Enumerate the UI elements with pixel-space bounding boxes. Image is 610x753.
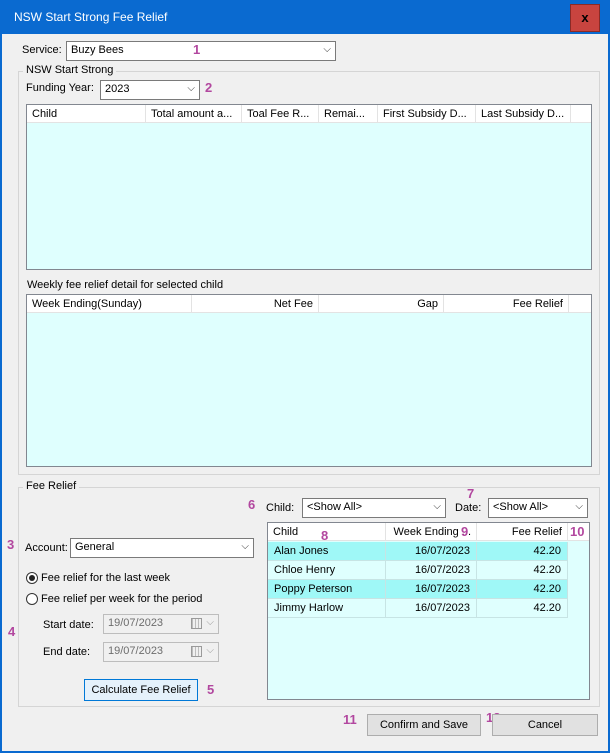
radio-last-week[interactable] bbox=[26, 572, 38, 584]
chevron-down-icon: ⌵ bbox=[241, 541, 249, 552]
annotation-7: 7 bbox=[467, 486, 475, 501]
annotation-4: 4 bbox=[8, 624, 16, 639]
title-bar: NSW Start Strong Fee Relief x bbox=[0, 0, 610, 34]
column-header-net-fee[interactable]: Net Fee bbox=[192, 295, 319, 313]
child-filter-select[interactable]: <Show All> ⌵ bbox=[302, 498, 446, 518]
chevron-down-icon: ⌵ bbox=[575, 501, 583, 512]
funding-year-select[interactable]: 2023 ⌵ bbox=[100, 80, 200, 100]
start-date-label: Start date: bbox=[43, 619, 94, 631]
row-child: Jimmy Harlow bbox=[268, 599, 386, 618]
service-label: Service: bbox=[22, 44, 62, 56]
start-date-value: 19/07/2023 bbox=[108, 617, 164, 629]
annotation-3: 3 bbox=[7, 537, 15, 552]
column-header-fee-relief[interactable]: Fee Relief bbox=[444, 295, 569, 313]
funding-year-label: Funding Year: bbox=[26, 82, 94, 94]
table-row[interactable]: Jimmy Harlow 16/07/2023 42.20 bbox=[268, 599, 568, 618]
calendar-icon bbox=[191, 646, 202, 657]
start-strong-group-title: NSW Start Strong bbox=[23, 64, 117, 76]
child-summary-table[interactable]: Child Total amount a... Toal Fee R... Re… bbox=[26, 104, 592, 270]
row-fee-relief: 42.20 bbox=[477, 599, 568, 618]
child-summary-header: Child Total amount a... Toal Fee R... Re… bbox=[27, 105, 591, 123]
radio-per-week-period[interactable] bbox=[26, 593, 38, 605]
column-header-remaining[interactable]: Remai... bbox=[319, 105, 378, 123]
account-label: Account: bbox=[25, 542, 68, 554]
row-child: Alan Jones bbox=[268, 542, 386, 561]
child-filter-label: Child: bbox=[266, 502, 295, 514]
row-week-ending: 16/07/2023 bbox=[386, 580, 477, 599]
fee-relief-table-header: Child Week Ending ... Fee Relief bbox=[268, 523, 589, 541]
row-week-ending: 16/07/2023 bbox=[386, 599, 477, 618]
column-header-first-subsidy[interactable]: First Subsidy D... bbox=[378, 105, 476, 123]
table-row[interactable]: Alan Jones 16/07/2023 42.20 bbox=[268, 542, 568, 561]
chevron-down-icon: ⌵ bbox=[187, 83, 195, 94]
row-child: Poppy Peterson bbox=[268, 580, 386, 599]
service-value: Buzy Bees bbox=[71, 44, 124, 56]
annotation-1: 1 bbox=[193, 42, 201, 57]
window-title: NSW Start Strong Fee Relief bbox=[14, 10, 168, 24]
chevron-down-icon: ⌵ bbox=[206, 617, 214, 628]
row-child: Chloe Henry bbox=[268, 561, 386, 580]
service-select[interactable]: Buzy Bees ⌵ bbox=[66, 41, 336, 61]
column-header-total-amount[interactable]: Total amount a... bbox=[146, 105, 242, 123]
column-header-total-fee-relief[interactable]: Toal Fee R... bbox=[242, 105, 319, 123]
fee-relief-group-title: Fee Relief bbox=[23, 480, 80, 492]
end-date-value: 19/07/2023 bbox=[108, 645, 164, 657]
table-row[interactable]: Poppy Peterson 16/07/2023 42.20 bbox=[268, 580, 568, 599]
close-button[interactable]: x bbox=[570, 4, 600, 32]
column-header-gap[interactable]: Gap bbox=[319, 295, 444, 313]
column-header-week-ending[interactable]: Week Ending(Sunday) bbox=[27, 295, 192, 313]
calculate-fee-relief-button[interactable]: Calculate Fee Relief bbox=[84, 679, 198, 701]
weekly-detail-title: Weekly fee relief detail for selected ch… bbox=[27, 279, 224, 291]
table-row[interactable]: Chloe Henry 16/07/2023 42.20 bbox=[268, 561, 568, 580]
column-header-last-subsidy[interactable]: Last Subsidy D... bbox=[476, 105, 571, 123]
row-fee-relief: 42.20 bbox=[477, 561, 568, 580]
end-date-label: End date: bbox=[43, 646, 91, 658]
dialog-window: NSW Start Strong Fee Relief x Service: B… bbox=[0, 0, 610, 753]
funding-year-value: 2023 bbox=[105, 83, 130, 95]
date-filter-select[interactable]: <Show All> ⌵ bbox=[488, 498, 588, 518]
chevron-down-icon: ⌵ bbox=[323, 44, 331, 55]
row-fee-relief: 42.20 bbox=[477, 580, 568, 599]
column-header-child[interactable]: Child bbox=[27, 105, 146, 123]
fee-relief-table[interactable]: Child Week Ending ... Fee Relief Alan Jo… bbox=[267, 522, 590, 700]
chevron-down-icon: ⌵ bbox=[433, 501, 441, 512]
annotation-5: 5 bbox=[207, 682, 215, 697]
weekly-detail-header: Week Ending(Sunday) Net Fee Gap Fee Reli… bbox=[27, 295, 591, 313]
start-date-picker[interactable]: 19/07/2023 ⌵ bbox=[103, 614, 219, 634]
annotation-6: 6 bbox=[248, 497, 256, 512]
annotation-10: 10 bbox=[570, 524, 585, 539]
column-header-fee-relief[interactable]: Fee Relief bbox=[477, 523, 568, 541]
confirm-and-save-button[interactable]: Confirm and Save bbox=[367, 714, 481, 736]
row-fee-relief: 42.20 bbox=[477, 542, 568, 561]
account-value: General bbox=[75, 541, 115, 553]
annotation-8: 8 bbox=[321, 528, 329, 543]
calendar-icon bbox=[191, 618, 202, 629]
account-select[interactable]: General ⌵ bbox=[70, 538, 254, 558]
radio-last-week-label[interactable]: Fee relief for the last week bbox=[41, 572, 170, 584]
row-week-ending: 16/07/2023 bbox=[386, 542, 477, 561]
cancel-button[interactable]: Cancel bbox=[492, 714, 598, 736]
date-filter-label: Date: bbox=[455, 502, 482, 514]
row-week-ending: 16/07/2023 bbox=[386, 561, 477, 580]
date-filter-value: <Show All> bbox=[493, 501, 549, 513]
chevron-down-icon: ⌵ bbox=[206, 645, 214, 656]
annotation-2: 2 bbox=[205, 80, 213, 95]
annotation-9: 9 bbox=[461, 524, 469, 539]
annotation-11: 11 bbox=[343, 712, 357, 727]
child-filter-value: <Show All> bbox=[307, 501, 363, 513]
end-date-picker[interactable]: 19/07/2023 ⌵ bbox=[103, 642, 219, 662]
dialog-body: Service: Buzy Bees ⌵ 1 NSW Start Strong … bbox=[2, 34, 608, 751]
radio-per-week-label[interactable]: Fee relief per week for the period bbox=[41, 593, 202, 605]
weekly-detail-table[interactable]: Week Ending(Sunday) Net Fee Gap Fee Reli… bbox=[26, 294, 592, 467]
